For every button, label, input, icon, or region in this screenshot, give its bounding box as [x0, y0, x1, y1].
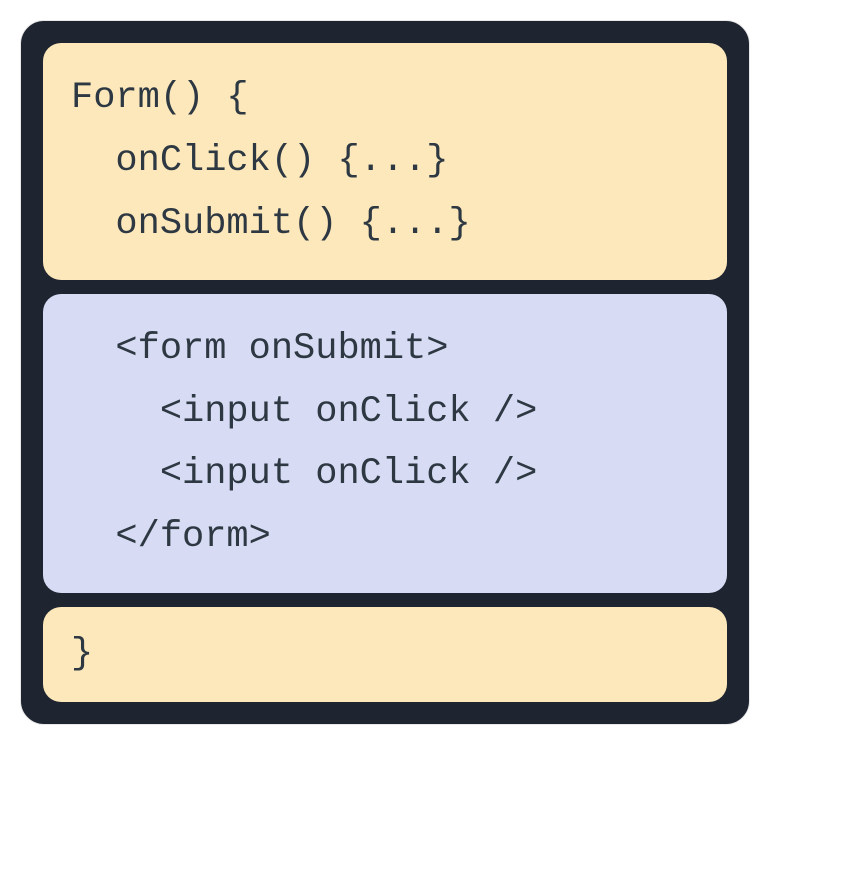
jsx-render-block: <form onSubmit> <input onClick /> <input… — [43, 294, 727, 594]
code-line: } — [71, 633, 93, 675]
code-line: <input onClick /> — [71, 453, 537, 495]
code-line: Form() { — [71, 77, 249, 119]
code-line: onSubmit() {...} — [71, 203, 471, 245]
code-line: </form> — [71, 516, 271, 558]
component-definition-block: Form() { onClick() {...} onSubmit() {...… — [43, 43, 727, 280]
code-line: <form onSubmit> — [71, 328, 448, 370]
component-close-block: } — [43, 607, 727, 702]
diagram-container: Form() { onClick() {...} onSubmit() {...… — [20, 20, 750, 725]
code-line: onClick() {...} — [71, 140, 448, 182]
code-line: <input onClick /> — [71, 391, 537, 433]
